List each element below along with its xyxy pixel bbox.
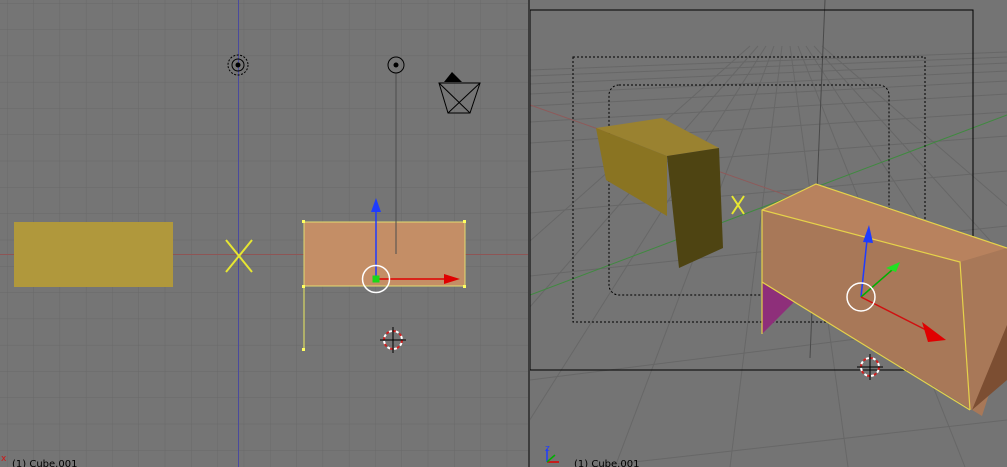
- perspective-view-canvas[interactable]: [530, 0, 1007, 467]
- axis-widget-label: z: [545, 444, 550, 454]
- front-view-canvas[interactable]: [0, 0, 528, 467]
- object-mustard-block[interactable]: [14, 222, 173, 287]
- viewport-camera-perspective[interactable]: z (1) Cube.001: [530, 0, 1007, 467]
- 3d-cursor-icon[interactable]: [857, 354, 883, 380]
- axis-widget-icon: x: [1, 454, 7, 464]
- object-mustard-block[interactable]: [596, 118, 723, 268]
- viewport-object-label: (1) Cube.001: [12, 459, 78, 467]
- empty-cross-icon[interactable]: [731, 195, 745, 215]
- viewport-object-label: (1) Cube.001: [574, 459, 640, 467]
- viewport-front-ortho[interactable]: x (1) Cube.001: [0, 0, 528, 467]
